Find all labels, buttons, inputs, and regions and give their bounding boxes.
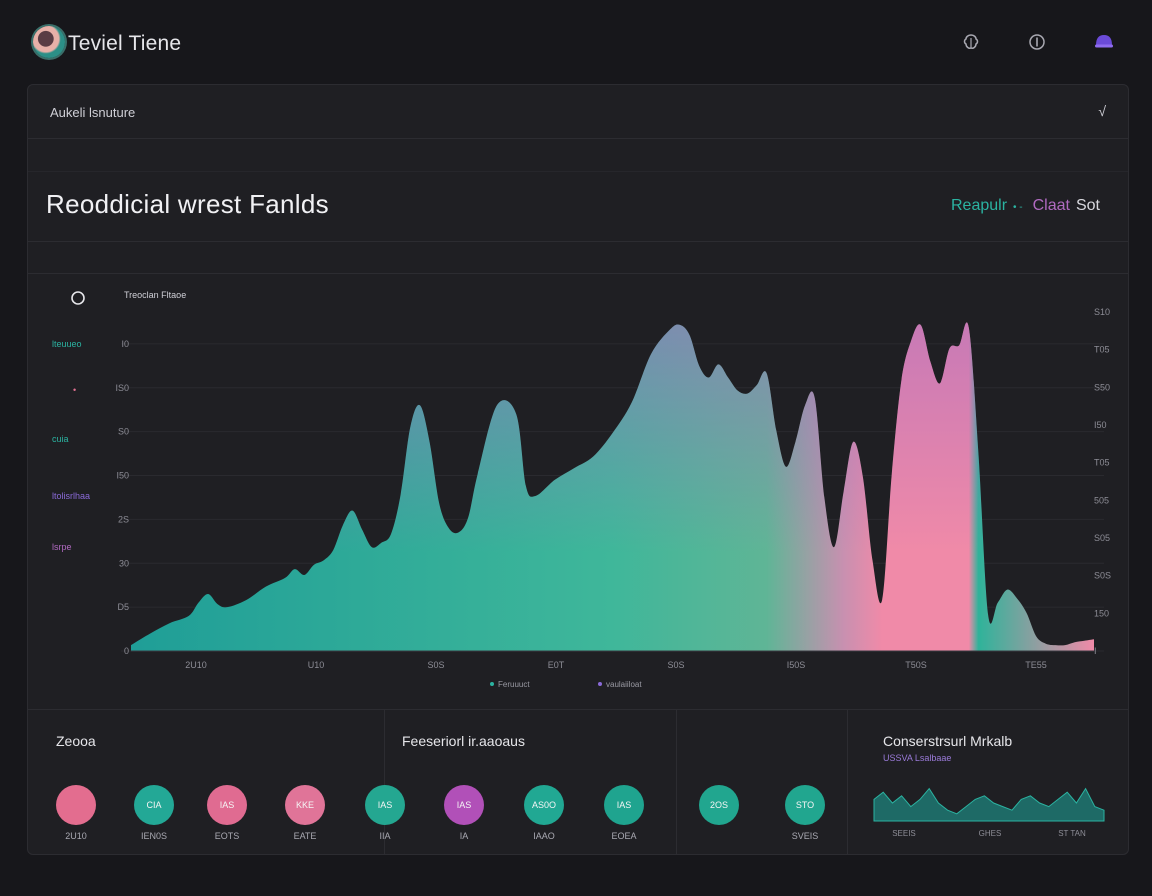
kpi-badge[interactable]: [56, 785, 96, 825]
y-tick-label: I0: [121, 339, 129, 349]
x-tick-label: TE55: [1025, 660, 1047, 670]
brain-icon[interactable]: [960, 31, 982, 53]
legend-label: Feruuuct: [498, 680, 530, 689]
y-tick-label: 2S: [118, 514, 129, 524]
y-tick-label: I50: [116, 471, 129, 481]
kpi-badge[interactable]: IAS: [365, 785, 405, 825]
x-tick-label: I50S: [787, 660, 806, 670]
y-tick-label: S0: [118, 427, 129, 437]
y-right-tick-label: S10: [1094, 307, 1110, 317]
kpi-label: IA: [459, 831, 469, 841]
kpi-badge[interactable]: IAS: [604, 785, 644, 825]
kpi-label: IAAO: [533, 831, 555, 841]
x-tick-label: 2U10: [185, 660, 207, 670]
area-series-highlight: [131, 322, 1094, 651]
kpi-badge[interactable]: 2OS: [699, 785, 739, 825]
top-bar: Teviel Tiene: [0, 0, 1152, 84]
y-right-tick-label: S50: [1094, 382, 1110, 392]
section-title: Conserstrsurl Mrkalb: [883, 733, 1013, 749]
y-right-tick-label: S0S: [1094, 571, 1111, 581]
area-chart: Treoclan Fltaoe 0 D5 30 2S I50 S0 IS0 I0 I 150 S0S S…: [71, 290, 1111, 689]
y-tick-label: 0: [124, 646, 129, 656]
chart-title: Treoclan Fltaoe: [124, 290, 186, 300]
x-tick-label: U10: [308, 660, 325, 670]
y-right-tick-label: I50: [1094, 420, 1107, 430]
y-tick-label: D5: [117, 602, 129, 612]
legend-swatch: [490, 682, 494, 686]
profile-icon[interactable]: [1093, 31, 1115, 53]
y-right-tick-label: 505: [1094, 495, 1109, 505]
x-tick-label: E0T: [548, 660, 565, 670]
legend-swatch: [598, 682, 602, 686]
y-right-tick-label: S05: [1094, 533, 1110, 543]
x-tick-label: T50S: [905, 660, 927, 670]
kpi-label: IIA: [379, 831, 391, 841]
report-card: Aukeli lsnuture √ Reoddicial wrest Fanld…: [27, 84, 1129, 855]
y-right-tick-label: T05: [1094, 458, 1110, 468]
legend-label: vaulaiiloat: [606, 680, 642, 689]
kpi-label: SVEIS: [791, 831, 819, 841]
app-logo[interactable]: [33, 26, 65, 58]
kpi-label: IEN0S: [140, 831, 167, 841]
section-title: Zeooa: [56, 733, 96, 749]
kpi-badge[interactable]: AS0O: [524, 785, 564, 825]
y-right-tick-label: I: [1094, 646, 1097, 656]
kpi-label: 2U10: [65, 831, 87, 841]
kpi-label: EOEA: [611, 831, 637, 841]
kpi-section-4: Conserstrsurl Mrkalb USSVA Lsalbaae: [847, 709, 1130, 855]
y-tick-label: 30: [119, 558, 129, 568]
kpi-label: EATE: [293, 831, 317, 841]
section-subtitle: USSVA Lsalbaae: [883, 753, 952, 763]
section-title: Feeseriorl ir.aaoaus: [402, 733, 525, 749]
kpi-badge[interactable]: IAS: [207, 785, 247, 825]
refresh-icon: [71, 291, 85, 305]
x-tick-label: S0S: [427, 660, 444, 670]
kpi-badge[interactable]: IAS: [444, 785, 484, 825]
x-tick-label: S0S: [667, 660, 684, 670]
y-tick-label: IS0: [115, 383, 129, 393]
kpi-badge[interactable]: STO: [785, 785, 825, 825]
kpi-label: EOTS: [214, 831, 240, 841]
y-right-tick-label: T05: [1094, 345, 1110, 355]
app-title: Teviel Tiene: [68, 32, 182, 55]
kpi-badge[interactable]: KKE: [285, 785, 325, 825]
kpi-badge[interactable]: CIA: [134, 785, 174, 825]
info-icon[interactable]: [1026, 31, 1048, 53]
y-right-tick-label: 150: [1094, 608, 1109, 618]
